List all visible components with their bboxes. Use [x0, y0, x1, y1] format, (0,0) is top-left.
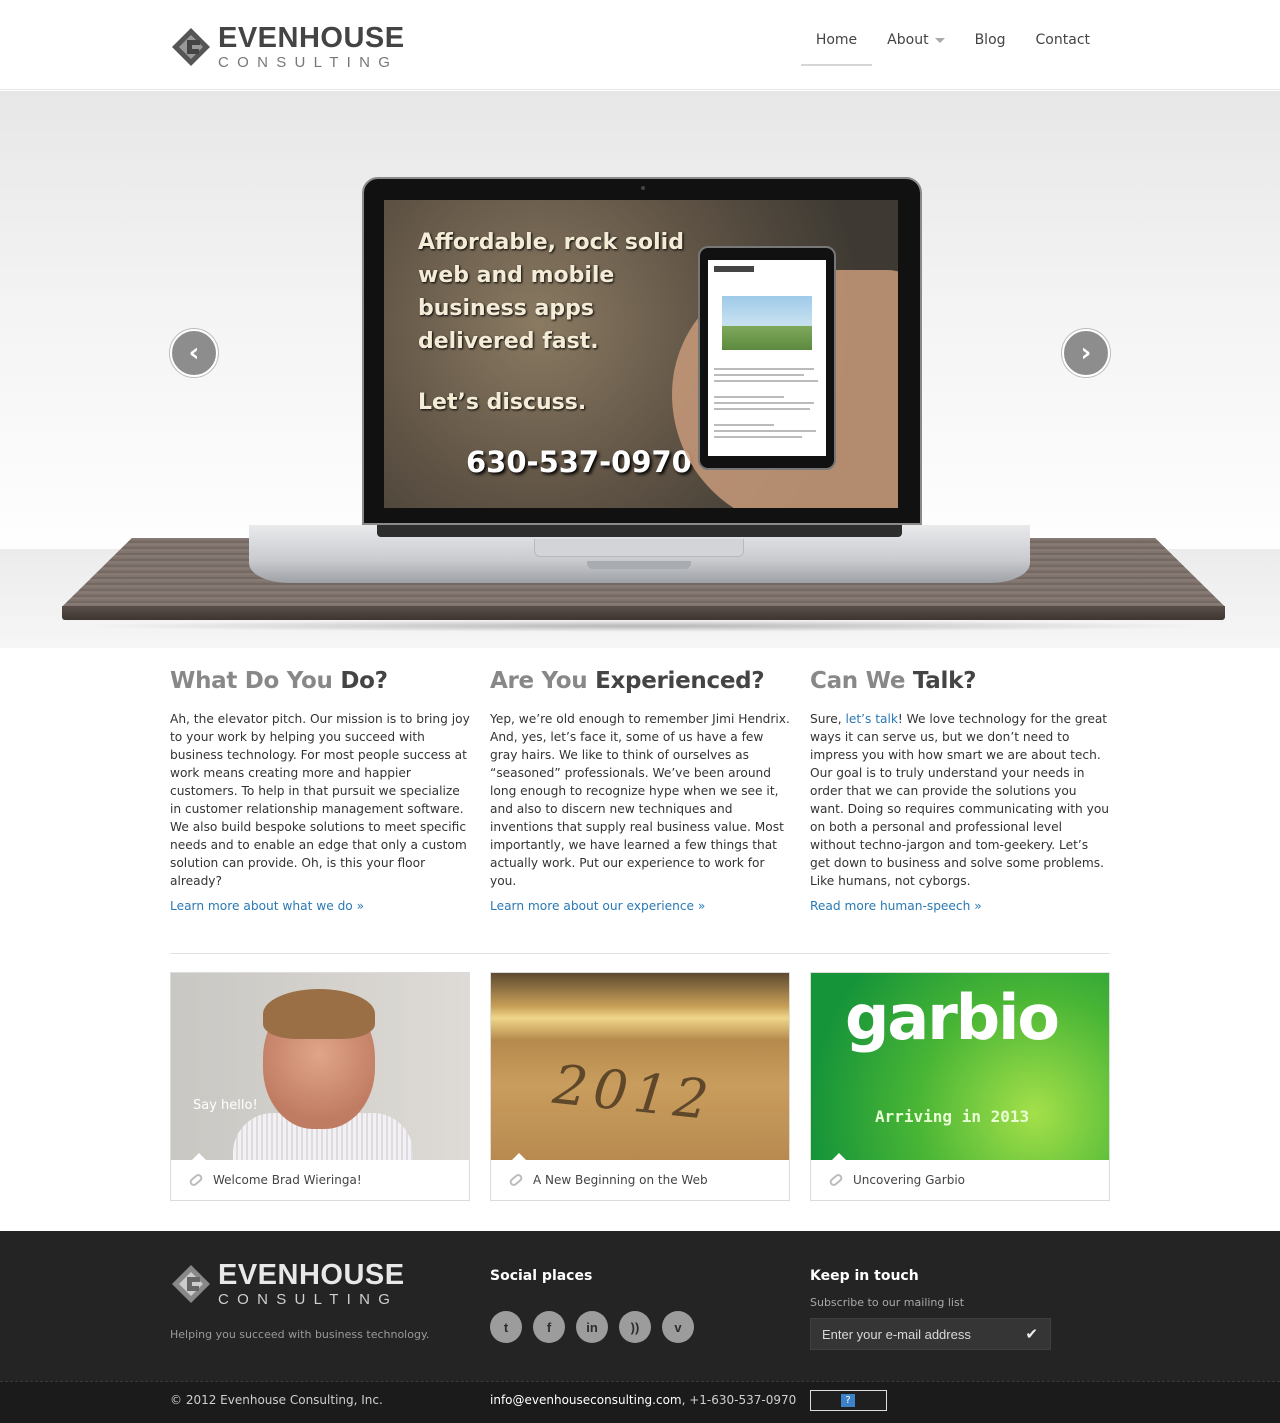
image-overlay-text: 2012: [550, 1052, 718, 1133]
slide-content: Affordable, rock solid web and mobile bu…: [384, 200, 898, 508]
logo-mark-icon: [172, 28, 210, 66]
post-image[interactable]: 2012: [491, 973, 789, 1160]
post-card[interactable]: garbio Arriving in 2013 Uncovering Garbi…: [810, 972, 1110, 1201]
nav-about-label: About: [887, 32, 929, 48]
logo-subname: CONSULTING: [218, 54, 399, 71]
chevron-left-icon: ‹: [188, 338, 200, 368]
social-links: t f in )) v: [490, 1311, 705, 1343]
subscribe-label: Subscribe to our mailing list: [810, 1296, 965, 1309]
post-card[interactable]: 2012 A New Beginning on the Web: [490, 972, 790, 1201]
laptop-screen: Affordable, rock solid web and mobile bu…: [362, 177, 922, 525]
email-input[interactable]: [811, 1319, 1011, 1349]
link-icon: [188, 1172, 204, 1188]
laptop-base: [249, 525, 1030, 583]
post-title-link[interactable]: Welcome Brad Wieringa!: [188, 1172, 362, 1188]
footer-contact: info@evenhouseconsulting.com, +1-630-537…: [490, 1393, 796, 1407]
facebook-icon[interactable]: f: [533, 1311, 565, 1343]
column-title: Are You Experienced?: [490, 668, 765, 694]
site-logo[interactable]: EVENHOUSE CONSULTING: [170, 24, 405, 70]
logo-name: EVENHOUSE: [218, 22, 405, 54]
slide-phone: 630-537-0970: [466, 445, 692, 479]
column-talk: Can We Talk? Sure, let’s talk! We love t…: [810, 668, 1110, 913]
learn-more-link[interactable]: Learn more about what we do »: [170, 899, 470, 913]
site-footer: EVENHOUSE CONSULTING Helping you succeed…: [0, 1231, 1280, 1423]
nav-contact[interactable]: Contact: [1021, 28, 1105, 66]
slider-prev-button[interactable]: ‹: [170, 329, 218, 377]
image-overlay-text: Say hello!: [193, 1098, 258, 1113]
image-overlay-text: garbio: [845, 981, 1060, 1054]
section-divider: [170, 953, 1110, 954]
post-title-link[interactable]: A New Beginning on the Web: [508, 1172, 708, 1188]
footer-bottom-bar: © 2012 Evenhouse Consulting, Inc. info@e…: [0, 1381, 1280, 1423]
email-link[interactable]: info@evenhouseconsulting.com: [490, 1393, 682, 1407]
human-speech-link[interactable]: Read more human-speech »: [810, 899, 1110, 913]
column-title: What Do You Do?: [170, 668, 388, 694]
column-body: Yep, we’re old enough to remember Jimi H…: [490, 712, 790, 888]
intro-columns: What Do You Do? Ah, the elevator pitch. …: [170, 668, 1110, 913]
post-image[interactable]: garbio Arriving in 2013: [811, 973, 1109, 1160]
rss-icon[interactable]: )): [619, 1311, 651, 1343]
slide-cta: Let’s discuss.: [418, 390, 587, 415]
column-body: Ah, the elevator pitch. Our mission is t…: [170, 712, 470, 888]
post-card[interactable]: Say hello! Welcome Brad Wieringa!: [170, 972, 470, 1201]
recent-posts: Say hello! Welcome Brad Wieringa! 2012 A…: [170, 972, 1110, 1201]
nav-about[interactable]: About: [872, 28, 959, 66]
twitter-icon[interactable]: t: [490, 1311, 522, 1343]
nav-blog[interactable]: Blog: [960, 28, 1021, 66]
link-icon: [828, 1172, 844, 1188]
logo-name: EVENHOUSE: [218, 1259, 405, 1291]
linkedin-icon[interactable]: in: [576, 1311, 608, 1343]
footer-logo[interactable]: EVENHOUSE CONSULTING: [170, 1261, 405, 1307]
nav-home[interactable]: Home: [800, 28, 873, 66]
column-what: What Do You Do? Ah, the elevator pitch. …: [170, 668, 470, 913]
image-overlay-subtext: Arriving in 2013: [875, 1107, 1030, 1126]
hero-slider: Affordable, rock solid web and mobile bu…: [0, 91, 1280, 648]
badge-widget[interactable]: ?: [810, 1390, 887, 1411]
column-title: Can We Talk?: [810, 668, 977, 694]
link-icon: [508, 1172, 524, 1188]
footer-tagline: Helping you succeed with business techno…: [170, 1328, 430, 1341]
logo-subname: CONSULTING: [218, 1291, 399, 1308]
post-image[interactable]: Say hello!: [171, 973, 469, 1160]
logo-mark-icon: [172, 1265, 210, 1303]
lets-talk-link[interactable]: let’s talk: [845, 712, 897, 726]
main-nav: Home About Blog Contact: [800, 28, 1105, 66]
check-icon[interactable]: ✔: [1025, 1325, 1038, 1343]
experience-link[interactable]: Learn more about our experience »: [490, 899, 790, 913]
slider-next-button[interactable]: ›: [1062, 329, 1110, 377]
chevron-right-icon: ›: [1080, 338, 1092, 368]
copyright: © 2012 Evenhouse Consulting, Inc.: [170, 1393, 383, 1407]
social-heading: Social places: [490, 1268, 593, 1284]
footer-phone: , +1-630-537-0970: [681, 1393, 797, 1407]
tablet-image: [698, 246, 836, 470]
column-experienced: Are You Experienced? Yep, we’re old enou…: [490, 668, 790, 913]
help-icon: ?: [841, 1394, 855, 1407]
site-header: EVENHOUSE CONSULTING Home About Blog Con…: [0, 0, 1280, 90]
camera-icon: [641, 186, 645, 190]
keep-in-touch-heading: Keep in touch: [810, 1268, 919, 1284]
vimeo-icon[interactable]: v: [662, 1311, 694, 1343]
post-title-link[interactable]: Uncovering Garbio: [828, 1172, 965, 1188]
caret-down-icon: [934, 37, 945, 43]
slide-tagline: Affordable, rock solid web and mobile bu…: [418, 230, 684, 354]
column-body: Sure, let’s talk! We love technology for…: [810, 712, 1110, 888]
subscribe-form: ✔: [810, 1318, 1051, 1350]
